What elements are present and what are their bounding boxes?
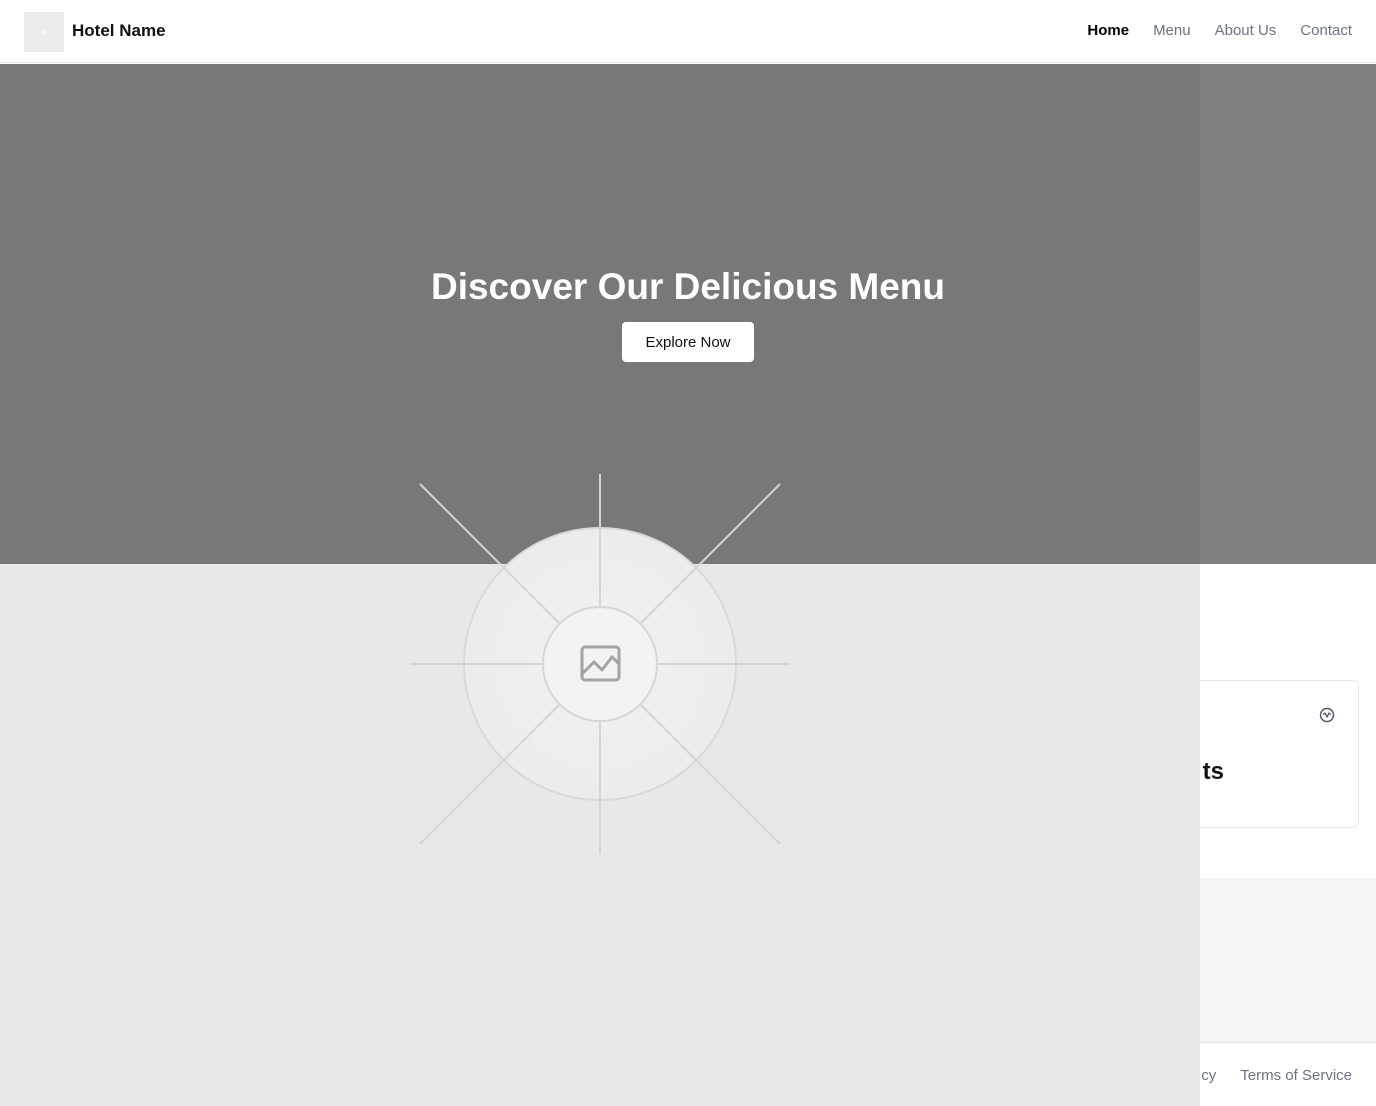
footer-link-privacy[interactable]: cy bbox=[1201, 1067, 1216, 1084]
nav-home[interactable]: Home bbox=[1087, 22, 1129, 39]
footer-link-terms[interactable]: Terms of Service bbox=[1240, 1067, 1352, 1084]
explore-now-button[interactable]: Explore Now bbox=[622, 322, 754, 362]
logo-dot bbox=[41, 29, 47, 35]
nav-about-us[interactable]: About Us bbox=[1215, 22, 1277, 39]
main-nav: Home Menu About Us Contact bbox=[1087, 22, 1352, 39]
nav-menu[interactable]: Menu bbox=[1153, 22, 1191, 39]
hero-title: Discover Our Delicious Menu bbox=[430, 266, 946, 307]
gear-icon[interactable] bbox=[1319, 707, 1335, 723]
footer-links: cy Terms of Service bbox=[1201, 1067, 1352, 1084]
nav-contact[interactable]: Contact bbox=[1300, 22, 1352, 39]
hero-content: Discover Our Delicious Menu Explore Now bbox=[0, 64, 1376, 564]
logo-placeholder[interactable] bbox=[24, 12, 64, 52]
site-header: Hotel Name Home Menu About Us Contact bbox=[0, 0, 1376, 63]
brand-name[interactable]: Hotel Name bbox=[72, 21, 166, 41]
